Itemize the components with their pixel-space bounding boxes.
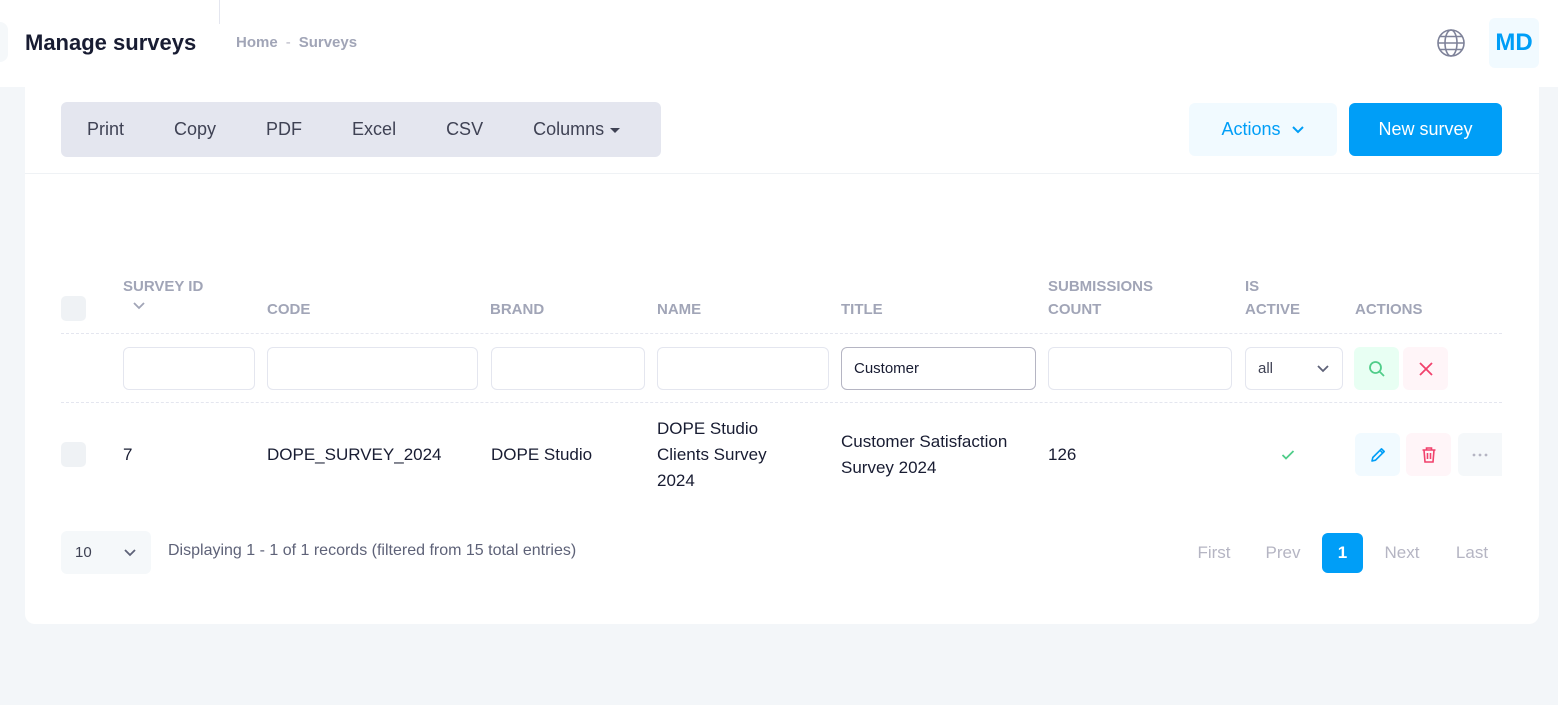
- header-divider: [219, 0, 220, 24]
- pagination-prev[interactable]: Prev: [1259, 533, 1307, 573]
- pagination-page-1[interactable]: 1: [1322, 533, 1363, 573]
- column-header-brand[interactable]: Brand: [490, 298, 544, 321]
- sort-desc-icon[interactable]: [133, 301, 145, 311]
- filter-submissions-count-input[interactable]: [1048, 347, 1232, 390]
- trash-icon: [1422, 446, 1435, 463]
- filter-row-divider: [61, 402, 1502, 403]
- card-divider: [25, 173, 1539, 174]
- print-button[interactable]: Print: [87, 102, 124, 157]
- columns-button[interactable]: Columns: [533, 102, 621, 157]
- user-avatar[interactable]: MD: [1489, 18, 1539, 68]
- chevron-down-icon: [1317, 364, 1329, 372]
- more-options-button[interactable]: [1458, 433, 1502, 476]
- breadcrumb-home[interactable]: Home: [236, 34, 278, 51]
- cell-title-line2: Survey 2024: [841, 458, 937, 477]
- column-header-is-active[interactable]: Is Active: [1245, 275, 1300, 321]
- filter-is-active-select[interactable]: all: [1245, 347, 1343, 390]
- caret-down-icon: [610, 128, 621, 133]
- pagination-next[interactable]: Next: [1378, 533, 1426, 573]
- column-header-is-active-line1: Is: [1245, 278, 1260, 295]
- table-header-divider: [61, 333, 1502, 334]
- column-header-submissions-line2: Count: [1048, 301, 1102, 318]
- sidebar-toggle[interactable]: [0, 22, 8, 62]
- cell-title: Customer Satisfaction Survey 2024: [841, 429, 1007, 481]
- copy-button[interactable]: Copy: [174, 102, 216, 157]
- column-header-actions: Actions: [1355, 301, 1423, 318]
- pagination-last[interactable]: Last: [1449, 533, 1495, 573]
- cell-code: DOPE_SURVEY_2024: [267, 445, 442, 464]
- pagination-first[interactable]: First: [1189, 533, 1239, 573]
- column-header-survey-id[interactable]: Survey ID: [123, 275, 203, 298]
- actions-dropdown-button[interactable]: Actions: [1189, 103, 1337, 156]
- filter-title-input[interactable]: [841, 347, 1036, 390]
- row-checkbox[interactable]: [61, 442, 86, 467]
- close-icon: [1418, 361, 1433, 376]
- globe-icon[interactable]: [1436, 28, 1466, 58]
- filter-brand-input[interactable]: [491, 347, 645, 390]
- cell-title-line1: Customer Satisfaction: [841, 432, 1008, 451]
- export-toolbar: Print Copy PDF Excel CSV Columns: [61, 102, 661, 157]
- filter-name-input[interactable]: [657, 347, 829, 390]
- filter-survey-id-input[interactable]: [123, 347, 255, 390]
- records-info: Displaying 1 - 1 of 1 records (filtered …: [168, 542, 577, 559]
- edit-button[interactable]: [1355, 433, 1400, 476]
- new-survey-button[interactable]: New survey: [1349, 103, 1502, 156]
- column-header-code[interactable]: Code: [267, 298, 310, 321]
- search-icon: [1368, 360, 1385, 377]
- cell-name: DOPE Studio Clients Survey 2024: [657, 416, 767, 494]
- column-header-title[interactable]: Title: [841, 298, 883, 321]
- cell-survey-id: 7: [123, 445, 133, 464]
- cell-name-line2: Clients Survey: [657, 445, 767, 464]
- page-size-select[interactable]: 10: [61, 531, 151, 574]
- cell-brand: DOPE Studio: [491, 445, 593, 464]
- column-header-submissions-count[interactable]: Submissions Count: [1048, 275, 1153, 321]
- columns-label: Columns: [533, 119, 605, 139]
- column-header-name[interactable]: Name: [657, 298, 701, 321]
- column-header-submissions-line1: Submissions: [1048, 278, 1154, 295]
- page-title: Manage surveys: [25, 30, 197, 55]
- app-header: Manage surveys Home - Surveys MD: [0, 0, 1558, 87]
- more-icon: [1472, 453, 1488, 456]
- actions-label: Actions: [1221, 119, 1281, 139]
- filter-search-button[interactable]: [1354, 347, 1399, 390]
- chevron-down-icon: [124, 548, 136, 556]
- column-header-is-active-line2: Active: [1245, 301, 1301, 318]
- breadcrumb: Home - Surveys: [236, 34, 357, 51]
- filter-is-active-value: all: [1258, 360, 1274, 377]
- page-size-value: 10: [75, 544, 92, 561]
- delete-button[interactable]: [1406, 433, 1451, 476]
- edit-icon: [1370, 447, 1385, 462]
- excel-button[interactable]: Excel: [352, 102, 396, 157]
- breadcrumb-separator: -: [285, 34, 291, 51]
- cell-name-line1: DOPE Studio: [657, 419, 759, 438]
- pdf-button[interactable]: PDF: [266, 102, 302, 157]
- chevron-down-icon: [1291, 125, 1304, 133]
- cell-submissions-count: 126: [1048, 445, 1077, 464]
- select-all-checkbox[interactable]: [61, 296, 86, 321]
- surveys-card: Print Copy PDF Excel CSV Columns Actions…: [25, 87, 1539, 624]
- check-icon: [1281, 450, 1295, 460]
- filter-code-input[interactable]: [267, 347, 478, 390]
- csv-button[interactable]: CSV: [446, 102, 483, 157]
- filter-clear-button[interactable]: [1403, 347, 1448, 390]
- cell-name-line3: 2024: [657, 471, 695, 490]
- breadcrumb-current: Surveys: [298, 34, 358, 51]
